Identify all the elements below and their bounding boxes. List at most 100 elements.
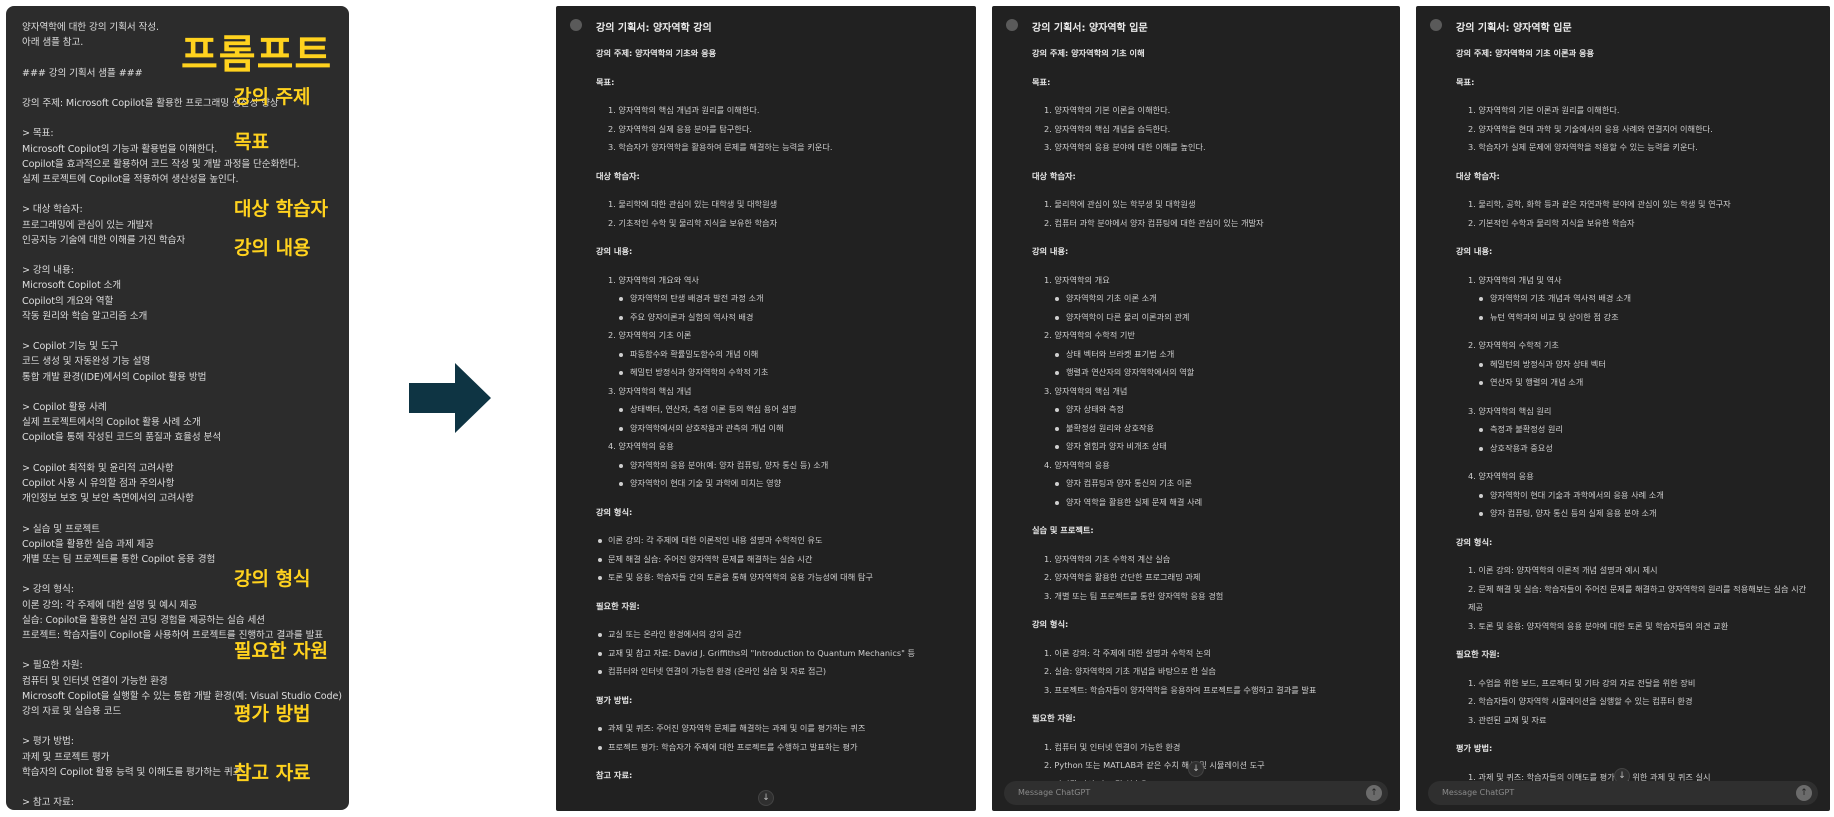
numbered-item: 1. 이론 강의: 각 주제에 대한 설명과 수학적 논의 xyxy=(1044,647,1211,658)
label-topic: 강의 주제 xyxy=(234,86,311,108)
section-heading: 실습 및 프로젝트: xyxy=(1032,525,1094,535)
bullet-item: 양자역학이 다른 물리 이론과의 관계 xyxy=(1032,308,1386,327)
numbered-item: 3. 개별 또는 팀 프로젝트를 통한 양자역학 응용 경험 xyxy=(1044,590,1224,601)
prompt-line: Copilot을 활용한 실습 과제 제공 xyxy=(22,538,154,550)
numbered-item: 2. 양자역학을 현대 과학 및 기술에서의 응용 사례와 연결지어 이해한다. xyxy=(1468,123,1713,134)
bullet-item: 상태 벡터와 브라켓 표기법 소개 xyxy=(1032,345,1386,364)
bullet-item: 행렬과 연산자의 양자역학에서의 역할 xyxy=(1032,363,1386,382)
chat-header: 강의 기획서: 양자역학 입문 xyxy=(992,6,1400,44)
section-heading: 필요한 자원: xyxy=(1032,713,1076,723)
numbered-item: 1. 양자역학의 개념 및 역사 xyxy=(1468,274,1562,285)
numbered-item: 2. 학습자들이 양자역학 시뮬레이션을 실행할 수 있는 컴퓨터 환경 xyxy=(1468,696,1693,706)
prompt-panel: 양자역학에 대한 강의 기획서 작성. 아래 샘플 참고. ### 강의 기획서 샘… xyxy=(6,6,349,810)
numbered-item: 1. 양자역학의 기초 수학적 계산 실습 xyxy=(1044,553,1171,564)
bullet-item: 양자 컴퓨팅과 양자 통신의 기초 이론 xyxy=(1032,474,1386,493)
section-heading: 강의 내용: xyxy=(596,246,633,256)
bullet-item: 헤밀턴 방정식과 양자역학의 수학적 기초 xyxy=(596,363,962,382)
prompt-text: 양자역학에 대한 강의 기획서 작성. 아래 샘플 참고. ### 강의 기획서 샘… xyxy=(22,20,342,810)
prompt-line: Copilot 사용 시 유의할 점과 주의사항 xyxy=(22,477,175,489)
section-heading: 평가 방법: xyxy=(596,694,633,705)
section-heading: 강의 주제: 양자역학의 기초 이론과 응용 xyxy=(1456,48,1595,58)
prompt-line: 개인정보 보호 및 보안 측면에서의 고려사항 xyxy=(22,493,194,505)
bullet-item: 불확정성 원리와 상호작용 xyxy=(1032,419,1386,438)
section-heading: 목표: xyxy=(596,76,615,87)
right-arrow-icon xyxy=(409,363,491,433)
chatgpt-logo-icon xyxy=(1006,19,1018,31)
bullet-item: 뉴턴 역학과의 비교 및 상이한 점 강조 xyxy=(1456,308,1816,327)
scroll-down-icon[interactable]: ↓ xyxy=(758,790,774,806)
chat-header: 강의 기획서: 양자역학 강의 xyxy=(556,6,976,44)
label-goal: 목표 xyxy=(234,131,269,153)
numbered-item: 2. 기본적인 수학과 물리학 지식을 보유한 학습자 xyxy=(1468,217,1635,228)
bullet-item: 프로젝트 평가: 학습자가 주제에 대한 프로젝트를 수행하고 발표하는 평가 xyxy=(596,738,962,757)
label-format: 강의 형식 xyxy=(234,568,311,590)
section-heading: 대상 학습자: xyxy=(1456,170,1500,181)
numbered-item: 2. 실습: 양자역학의 기초 개념을 바탕으로 한 실습 xyxy=(1044,666,1216,676)
bullet-item: 교재 및 참고 자료: David J. Griffiths의 "Introdu… xyxy=(596,644,962,663)
section-heading: 강의 형식: xyxy=(1456,536,1493,547)
response-body: 강의 주제: 양자역학의 기초와 응용 목표: 1. 양자역학의 핵심 개념과 원리… xyxy=(556,44,976,785)
prompt-line: > 강의 내용: xyxy=(22,265,74,277)
numbered-item: 3. 관련된 교재 및 자료 xyxy=(1468,714,1547,725)
prompt-line: > 목표: xyxy=(22,128,54,140)
prompt-line: > 평가 방법: xyxy=(22,736,74,748)
message-input[interactable]: Message ChatGPT ↑ xyxy=(1004,781,1388,805)
scroll-down-icon[interactable]: ↓ xyxy=(1188,761,1204,777)
bullet-item: 주요 양자이론과 실험의 역사적 배경 xyxy=(596,308,962,327)
message-placeholder: Message ChatGPT xyxy=(1018,788,1091,797)
prompt-line: > Copilot 최적화 및 윤리적 고려사항 xyxy=(22,462,174,474)
send-icon[interactable]: ↑ xyxy=(1796,785,1812,801)
section-heading: 평가 방법: xyxy=(1456,743,1493,753)
bullet-item: 상호작용과 중요성 xyxy=(1456,439,1816,458)
bullet-item: 이론 강의: 각 주제에 대한 이론적인 내용 설명과 수학적인 유도 xyxy=(596,531,962,550)
numbered-item: 3. 학습자가 실제 문제에 양자역학을 적용할 수 있는 능력을 키운다. xyxy=(1468,142,1698,152)
prompt-line: 작동 원리와 학습 알고리즘 소개 xyxy=(22,310,148,322)
numbered-item: 1. 이론 강의: 양자역학의 이론적 개념 설명과 예시 제시 xyxy=(1468,565,1658,575)
prompt-line: Copilot을 통해 작성된 코드의 품질과 효율성 분석 xyxy=(22,432,221,444)
numbered-item: 1. 양자역학의 기본 이론과 원리를 이해한다. xyxy=(1468,105,1620,115)
prompt-line: 실습: Copilot을 활용한 실전 코딩 경험을 제공하는 실습 세션 xyxy=(22,614,265,626)
numbered-item: 4. 양자역학의 응용 xyxy=(1468,471,1534,481)
section-heading: 강의 형식: xyxy=(1032,619,1069,629)
send-icon[interactable]: ↑ xyxy=(1366,785,1382,801)
prompt-line: > 참고 자료: xyxy=(22,797,74,809)
numbered-item: 3. 양자역학의 핵심 개념 xyxy=(1044,385,1128,396)
bullet-item: 양자 얽힘과 양자 비개조 상태 xyxy=(1032,437,1386,456)
prompt-line: > Copilot 기능 및 도구 xyxy=(22,341,119,353)
section-heading: 목표: xyxy=(1032,76,1051,87)
numbered-item: 1. 양자역학의 핵심 개념과 원리를 이해한다. xyxy=(608,105,760,115)
message-input[interactable]: Message ChatGPT ↑ xyxy=(1428,781,1818,805)
chat-title: 강의 기획서: 양자역학 강의 xyxy=(596,23,712,34)
bullet-item: 토론 및 응용: 학습자들 간의 토론을 통해 양자역학의 응용 가능성에 대해… xyxy=(596,568,962,587)
numbered-item: 1. 양자역학의 개요와 역사 xyxy=(608,274,699,285)
prompt-line: 컴퓨터 및 인터넷 연결이 가능한 환경 xyxy=(22,675,168,687)
bullet-item: 컴퓨터와 인터넷 연결이 가능한 환경 (온라인 실습 및 자료 접근) xyxy=(596,662,962,681)
chat-window-2: 강의 기획서: 양자역학 입문 강의 주제: 양자역학의 기초 이해 목표: 1. … xyxy=(992,6,1400,811)
numbered-item: 2. 양자역학의 수학적 기초 xyxy=(1468,340,1559,350)
bullet-item: 양자 상태와 측정 xyxy=(1032,400,1386,419)
